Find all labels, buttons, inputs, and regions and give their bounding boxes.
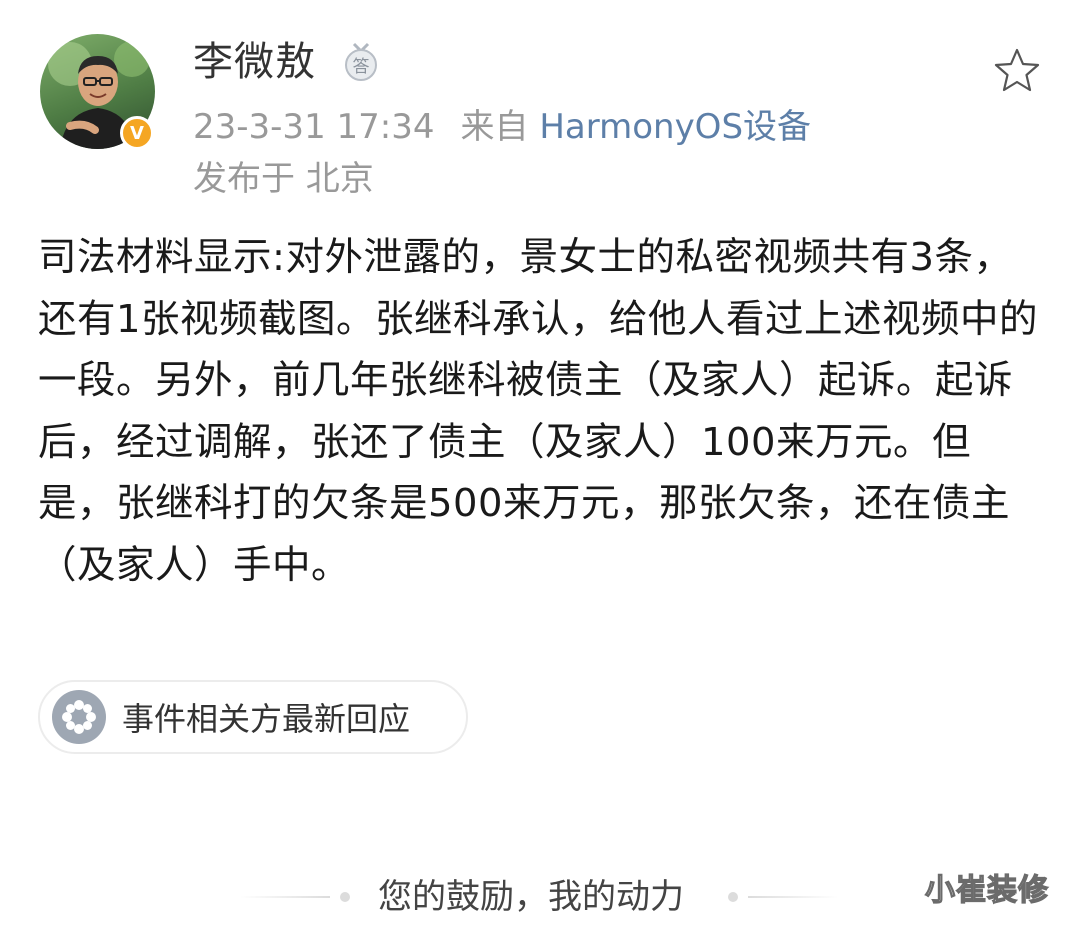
verified-badge-icon: V (120, 116, 154, 150)
topic-label: 事件相关方最新回应 (122, 700, 411, 738)
medal-label: 答 (353, 57, 370, 77)
topic-flower-icon (52, 690, 106, 744)
source-prefix: 来自 (460, 107, 529, 147)
watermark-text: 小崔装修 (924, 872, 1049, 908)
footer: 您的鼓励，我的动力 (0, 870, 1080, 925)
author-avatar[interactable]: V (40, 34, 155, 150)
footer-divider-right (748, 896, 838, 898)
author-name[interactable]: 李微敖 (193, 38, 316, 86)
post-location: 发布于 北京 (193, 159, 374, 199)
topic-chip-button[interactable]: 事件相关方最新回应 (38, 680, 468, 754)
answer-medal-icon[interactable]: 答 (342, 42, 380, 82)
post-time: 23-3-31 17:34 (193, 107, 435, 147)
post-meta: 23-3-31 17:34 来自 HarmonyOS设备 (193, 106, 811, 148)
post-header: V 李微敖 答 23-3-31 17:34 来自 HarmonyOS设备 发布于 … (40, 30, 1050, 200)
star-outline-icon[interactable] (992, 46, 1042, 96)
footer-slogan: 您的鼓励，我的动力 (378, 877, 684, 917)
footer-dot-left (340, 892, 350, 902)
footer-divider-left (240, 896, 330, 898)
source-device-link[interactable]: HarmonyOS设备 (539, 107, 811, 147)
post-content: 司法材料显示:对外泄露的，景女士的私密视频共有3条，还有1张视频截图。张继科承认… (38, 235, 1038, 588)
footer-dot-right (728, 892, 738, 902)
